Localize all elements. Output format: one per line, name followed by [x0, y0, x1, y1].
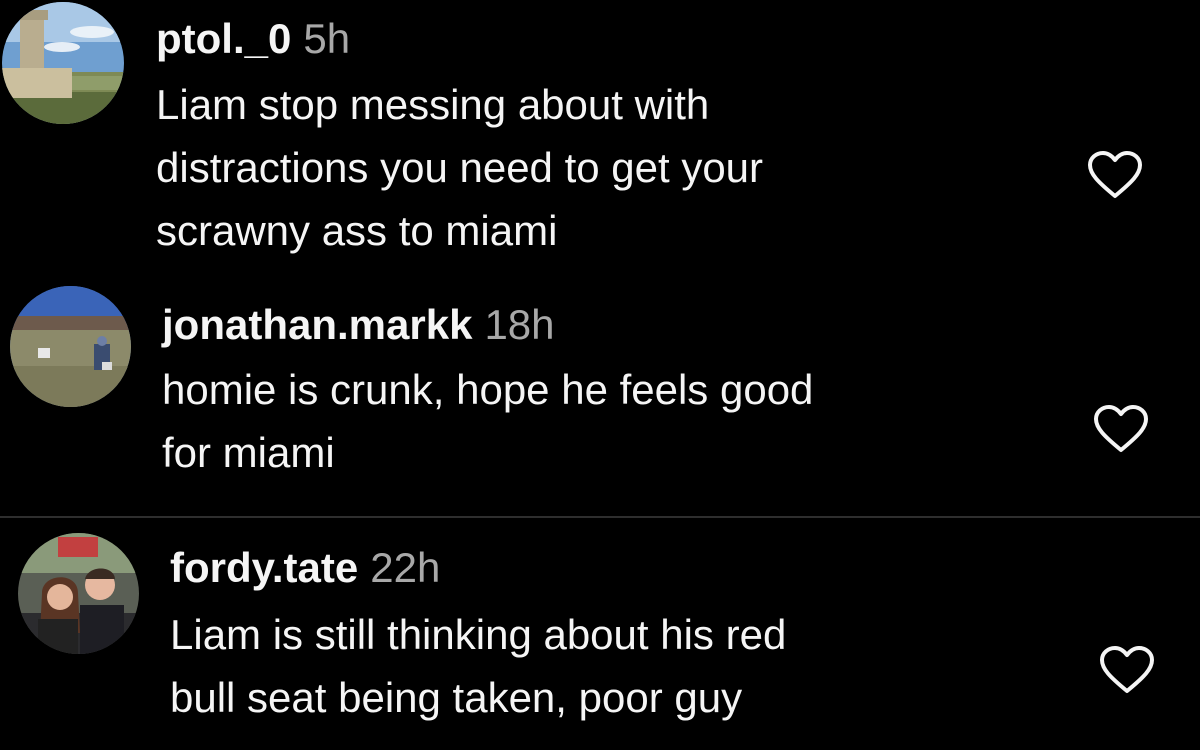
username[interactable]: jonathan.markk: [162, 301, 472, 348]
comment-text: Liam stop messing about with distraction…: [156, 73, 763, 262]
username[interactable]: fordy.tate: [170, 544, 358, 591]
username[interactable]: ptol._0: [156, 15, 291, 62]
like-button[interactable]: [1098, 645, 1156, 695]
heart-outline-icon: [1088, 151, 1142, 198]
avatar[interactable]: [18, 533, 139, 654]
couple-selfie-avatar: [18, 533, 139, 654]
comment-line: Liam is still thinking about his red: [170, 611, 787, 658]
comment-line: scrawny ass to miami: [156, 207, 558, 254]
comment-text: Liam is still thinking about his red bul…: [170, 603, 786, 729]
comment-line: bull seat being taken, poor guy: [170, 674, 743, 721]
comment-line: Liam stop messing about with: [156, 81, 710, 128]
timestamp: 5h: [303, 15, 351, 62]
comment-line: homie is crunk, hope he feels good: [162, 366, 814, 413]
comment-header: jonathan.markk 18h: [162, 300, 555, 350]
comment-header: ptol._0 5h: [156, 14, 350, 64]
heart-outline-icon: [1094, 405, 1148, 452]
like-button[interactable]: [1092, 404, 1150, 454]
divider: [0, 516, 1200, 518]
avatar[interactable]: [2, 2, 124, 124]
like-button[interactable]: [1086, 150, 1144, 200]
comment-text: homie is crunk, hope he feels good for m…: [162, 358, 813, 484]
avatar[interactable]: [10, 286, 131, 407]
timestamp: 18h: [484, 301, 555, 348]
castle-landscape-avatar: [2, 2, 124, 124]
comment-header: fordy.tate 22h: [170, 543, 440, 593]
heart-outline-icon: [1100, 646, 1154, 693]
comment-line: for miami: [162, 429, 335, 476]
field-dog-avatar: [10, 286, 131, 407]
comment-line: distractions you need to get your: [156, 144, 764, 191]
timestamp: 22h: [370, 544, 441, 591]
